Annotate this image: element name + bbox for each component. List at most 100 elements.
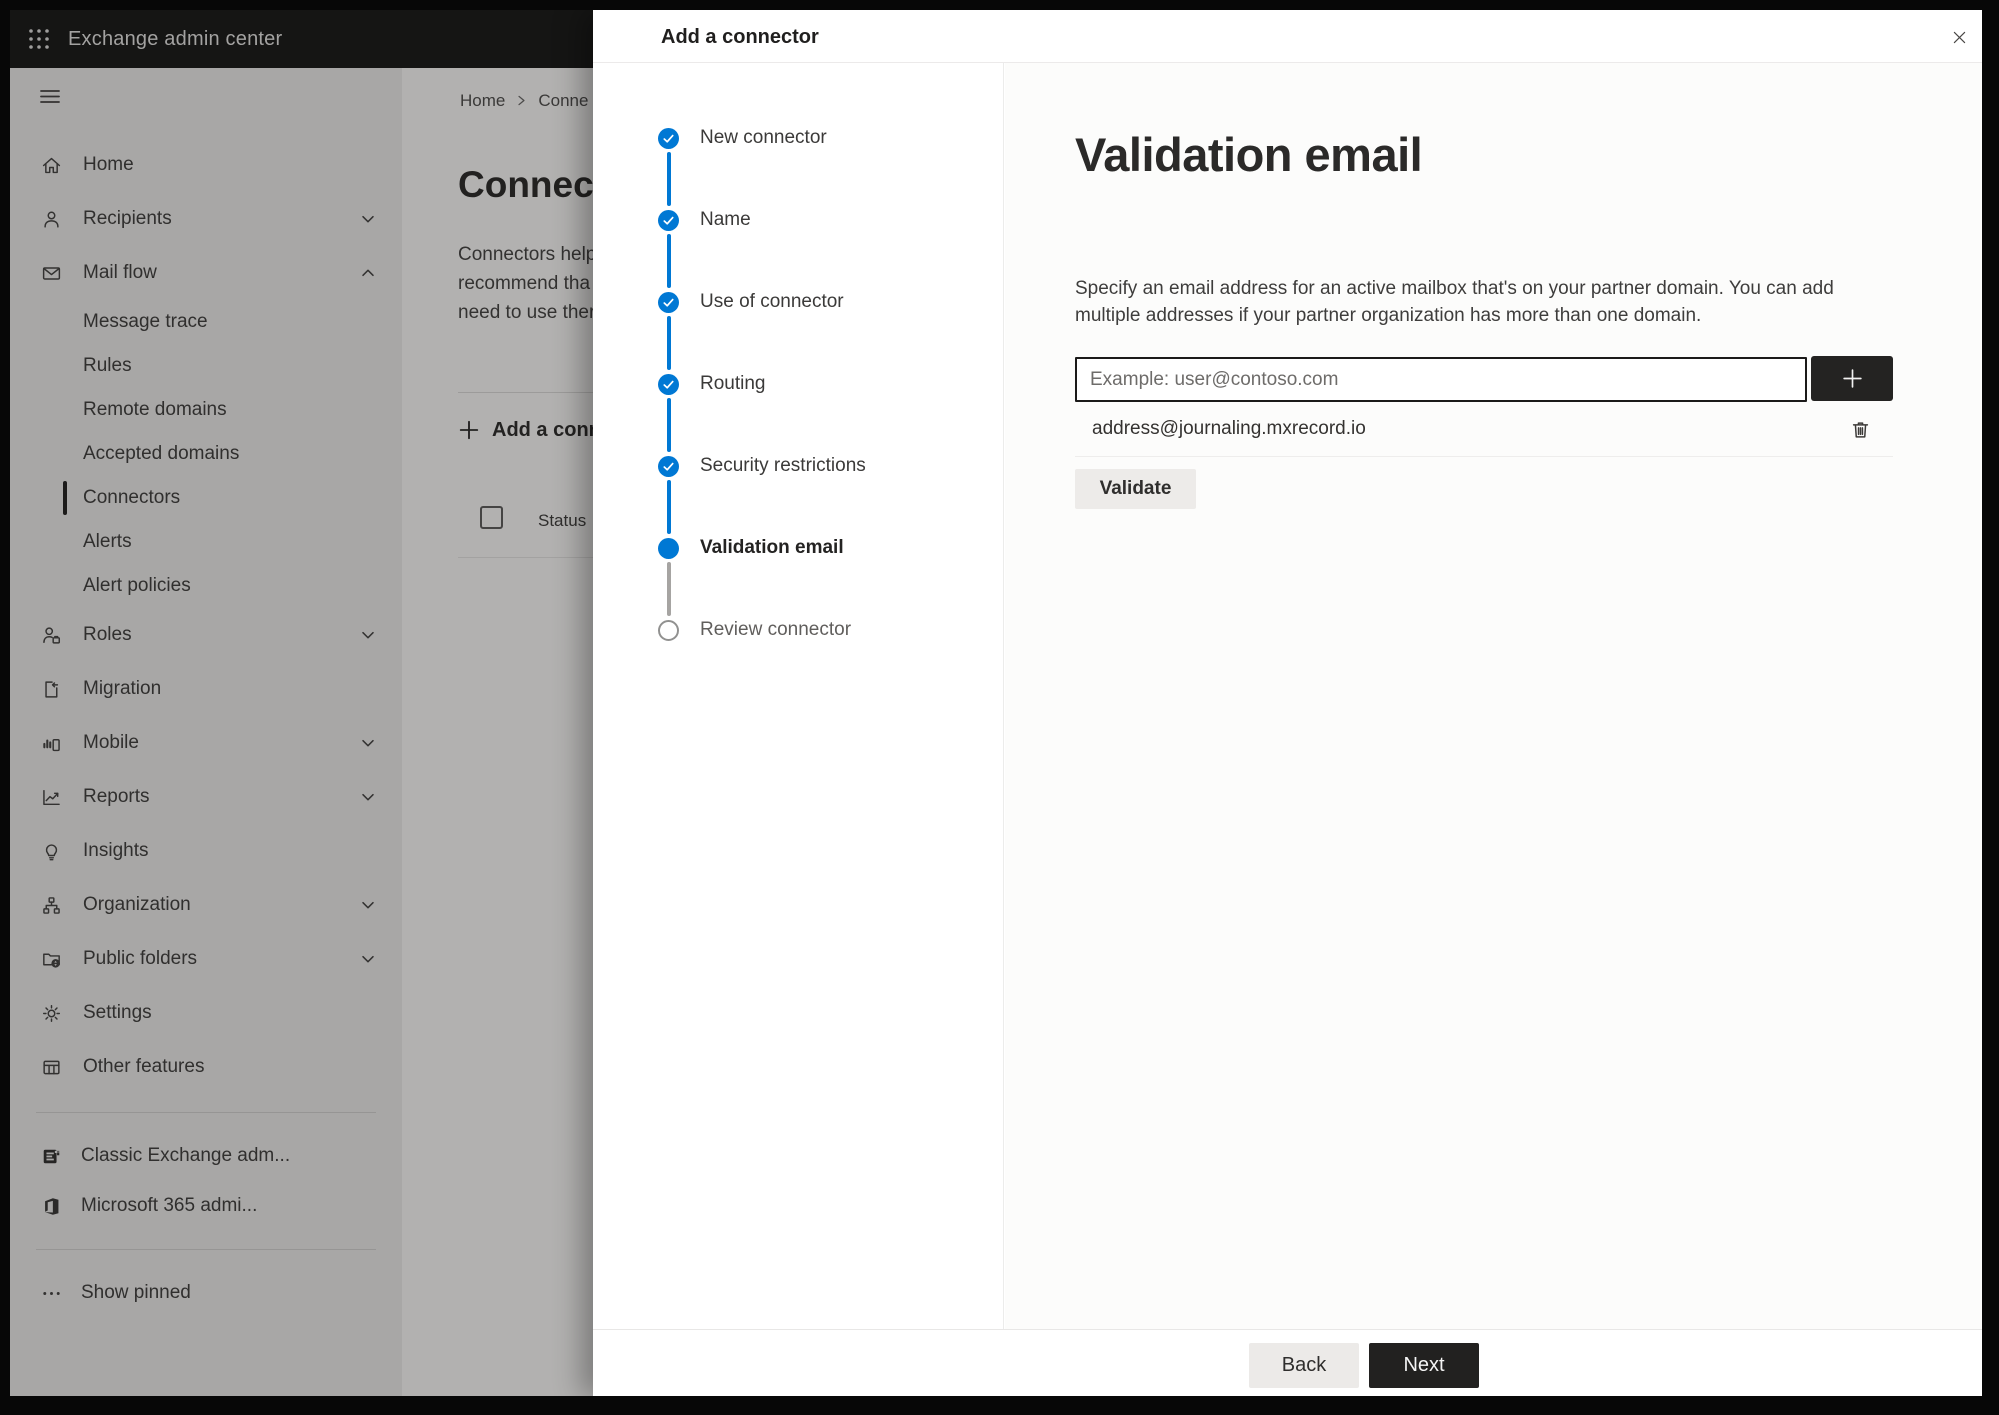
sidebar-item-migration[interactable]: Migration	[10, 662, 402, 716]
wizard-steps-panel: New connector Name Use of connector Rout…	[593, 63, 1004, 1329]
sidebar-item-organization[interactable]: Organization	[10, 878, 402, 932]
select-all-checkbox[interactable]	[480, 506, 503, 529]
wizard-content-pane	[1005, 63, 1982, 1329]
add-email-button[interactable]	[1811, 356, 1893, 401]
collapse-nav-button[interactable]	[28, 76, 72, 116]
validate-button[interactable]: Validate	[1075, 469, 1196, 509]
next-button[interactable]: Next	[1369, 1343, 1479, 1388]
app-window: Exchange admin center Home Recipients Ma…	[10, 10, 1982, 1396]
roles-icon	[40, 624, 62, 646]
sidebar-item-label: Migration	[83, 678, 162, 699]
close-icon	[1953, 31, 1965, 43]
sidebar-item-recipients[interactable]: Recipients	[10, 192, 402, 246]
breadcrumb-home-link[interactable]: Home	[460, 91, 505, 111]
wizard-step-name[interactable]: Name	[593, 179, 1003, 288]
folder-globe-icon	[40, 948, 62, 970]
wizard-step-use-of-connector[interactable]: Use of connector	[593, 261, 1003, 370]
sidebar-item-label: Settings	[83, 1002, 152, 1023]
nav-list: Home Recipients Mail flow Message trace …	[10, 138, 402, 1318]
sidebar-item-other-features[interactable]: Other features	[10, 1040, 402, 1094]
sidebar-item-label: Accepted domains	[83, 443, 240, 464]
lightbulb-icon	[40, 840, 62, 862]
trash-icon	[1852, 421, 1868, 438]
ellipsis-icon	[40, 1282, 62, 1304]
intro-line: recommend tha	[458, 273, 591, 294]
sidebar-item-public-folders[interactable]: Public folders	[10, 932, 402, 986]
sidebar-item-settings[interactable]: Settings	[10, 986, 402, 1040]
step-label: Routing	[700, 373, 766, 394]
sidebar-link-label: Microsoft 365 admi...	[81, 1195, 258, 1216]
hamburger-icon	[40, 90, 60, 103]
wizard-step-routing[interactable]: Routing	[593, 343, 1003, 452]
migration-icon	[40, 678, 62, 700]
add-connector-label: Add a conn	[492, 418, 593, 441]
step-label: Use of connector	[700, 291, 844, 312]
sidebar-item-roles[interactable]: Roles	[10, 608, 402, 662]
sidebar-item-message-trace[interactable]: Message trace	[10, 300, 402, 344]
add-connector-button[interactable]: Add a conn	[458, 408, 593, 452]
home-icon	[40, 154, 62, 176]
sidebar-item-mobile[interactable]: Mobile	[10, 716, 402, 770]
sidebar-item-label: Home	[83, 154, 134, 175]
close-button[interactable]	[1945, 23, 1973, 51]
sidebar-item-label: Remote domains	[83, 399, 227, 420]
dialog-header: Add a connector	[593, 10, 1982, 63]
sidebar-item-label: Recipients	[83, 208, 172, 229]
step-complete-icon	[658, 209, 679, 231]
plus-icon	[458, 419, 480, 441]
wizard-step-review-connector[interactable]: Review connector	[593, 589, 1003, 671]
step-upcoming-icon	[658, 619, 679, 641]
step-label: Security restrictions	[700, 455, 866, 476]
back-button[interactable]: Back	[1249, 1343, 1359, 1388]
sidebar-item-reports[interactable]: Reports	[10, 770, 402, 824]
status-column-header: Status	[538, 511, 587, 530]
wizard-step-security-restrictions[interactable]: Security restrictions	[593, 425, 1003, 534]
sidebar-item-alert-policies[interactable]: Alert policies	[10, 564, 402, 608]
page-intro-text: Connectors help recommend tha need to us…	[458, 240, 593, 327]
step-label: Validation email	[700, 537, 844, 558]
step-complete-icon	[658, 373, 679, 395]
sidebar-item-connectors[interactable]: Connectors	[10, 476, 402, 520]
sidebar-item-label: Mobile	[83, 732, 139, 753]
screenshot-frame: Exchange admin center Home Recipients Ma…	[0, 0, 1999, 1415]
sidebar-link-classic-exchange[interactable]: Classic Exchange adm...	[10, 1131, 402, 1181]
sidebar-item-label: Connectors	[83, 487, 181, 508]
wizard-step-new-connector[interactable]: New connector	[593, 97, 1003, 206]
step-current-icon	[658, 537, 679, 559]
breadcrumb: Home Conne	[460, 90, 588, 112]
sidebar-item-accepted-domains[interactable]: Accepted domains	[10, 432, 402, 476]
sidebar-item-label: Alerts	[83, 531, 132, 552]
sidebar-link-microsoft-365[interactable]: Microsoft 365 admi...	[10, 1181, 402, 1231]
sidebar-item-mail-flow[interactable]: Mail flow	[10, 246, 402, 300]
sidebar-item-label: Rules	[83, 355, 132, 376]
sidebar-item-label: Organization	[83, 894, 191, 915]
delete-address-button[interactable]	[1845, 414, 1875, 444]
wizard-step-validation-email[interactable]: Validation email	[593, 507, 1003, 616]
add-connector-dialog: Add a connector New connector Name Use o…	[593, 10, 1982, 1396]
dialog-title: Add a connector	[661, 26, 819, 48]
table-grid-icon	[40, 1056, 62, 1078]
intro-line: need to use ther	[458, 302, 593, 323]
sidebar-item-label: Roles	[83, 624, 132, 645]
show-pinned-label: Show pinned	[81, 1282, 191, 1303]
sidebar-item-label: Reports	[83, 786, 150, 807]
sidebar-item-label: Public folders	[83, 948, 198, 969]
dialog-footer: Back Next	[593, 1329, 1982, 1396]
sidebar-show-pinned[interactable]: Show pinned	[10, 1268, 402, 1318]
app-launcher-button[interactable]	[10, 10, 68, 68]
gear-icon	[40, 1002, 62, 1024]
sidebar-item-home[interactable]: Home	[10, 138, 402, 192]
validation-email-input[interactable]	[1075, 357, 1807, 402]
sidebar-item-remote-domains[interactable]: Remote domains	[10, 388, 402, 432]
sidebar-item-insights[interactable]: Insights	[10, 824, 402, 878]
step-heading: Validation email	[1075, 128, 1423, 181]
intro-line: Connectors help	[458, 244, 593, 265]
app-title: Exchange admin center	[68, 27, 283, 50]
chevron-down-icon	[358, 949, 378, 969]
sidebar-item-rules[interactable]: Rules	[10, 344, 402, 388]
person-icon	[40, 208, 62, 230]
sidebar-item-label: Other features	[83, 1056, 205, 1077]
sidebar-item-alerts[interactable]: Alerts	[10, 520, 402, 564]
sidebar-divider	[36, 1249, 376, 1250]
sidebar-item-label: Insights	[83, 840, 149, 861]
